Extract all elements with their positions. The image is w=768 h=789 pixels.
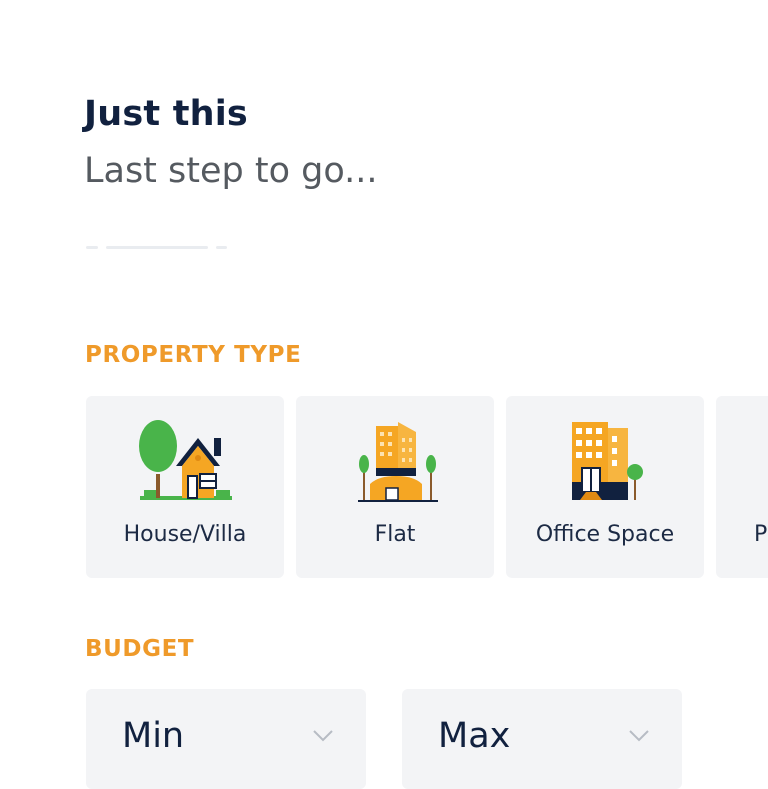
- property-option-office-space[interactable]: Office Space: [506, 396, 704, 578]
- property-option-label: P: [754, 522, 768, 547]
- budget-max-label: Max: [438, 716, 511, 756]
- progress-segment-2-active: [106, 246, 208, 249]
- property-type-options: House/Villa Flat Office Space P: [86, 396, 768, 578]
- budget-max-select[interactable]: Max: [402, 689, 682, 789]
- progress-segment-1: [86, 246, 98, 249]
- property-option-partial[interactable]: P: [716, 396, 768, 578]
- apartment-building-icon: [358, 422, 438, 502]
- house-icon: [139, 420, 232, 500]
- property-type-heading: PROPERTY TYPE: [85, 342, 302, 368]
- budget-heading: BUDGET: [85, 636, 195, 662]
- progress-segment-3: [216, 246, 227, 249]
- page-title: Just this: [84, 94, 248, 134]
- chevron-down-icon: [629, 730, 649, 742]
- property-option-house-villa[interactable]: House/Villa: [86, 396, 284, 578]
- property-option-flat[interactable]: Flat: [296, 396, 494, 578]
- budget-min-label: Min: [122, 716, 185, 756]
- office-building-icon: [572, 422, 643, 500]
- page-subtitle: Last step to go...: [84, 151, 378, 191]
- property-option-label: House/Villa: [123, 522, 247, 547]
- property-option-label: Office Space: [535, 522, 675, 547]
- chevron-down-icon: [313, 730, 333, 742]
- budget-min-select[interactable]: Min: [86, 689, 366, 789]
- property-option-label: Flat: [374, 522, 416, 547]
